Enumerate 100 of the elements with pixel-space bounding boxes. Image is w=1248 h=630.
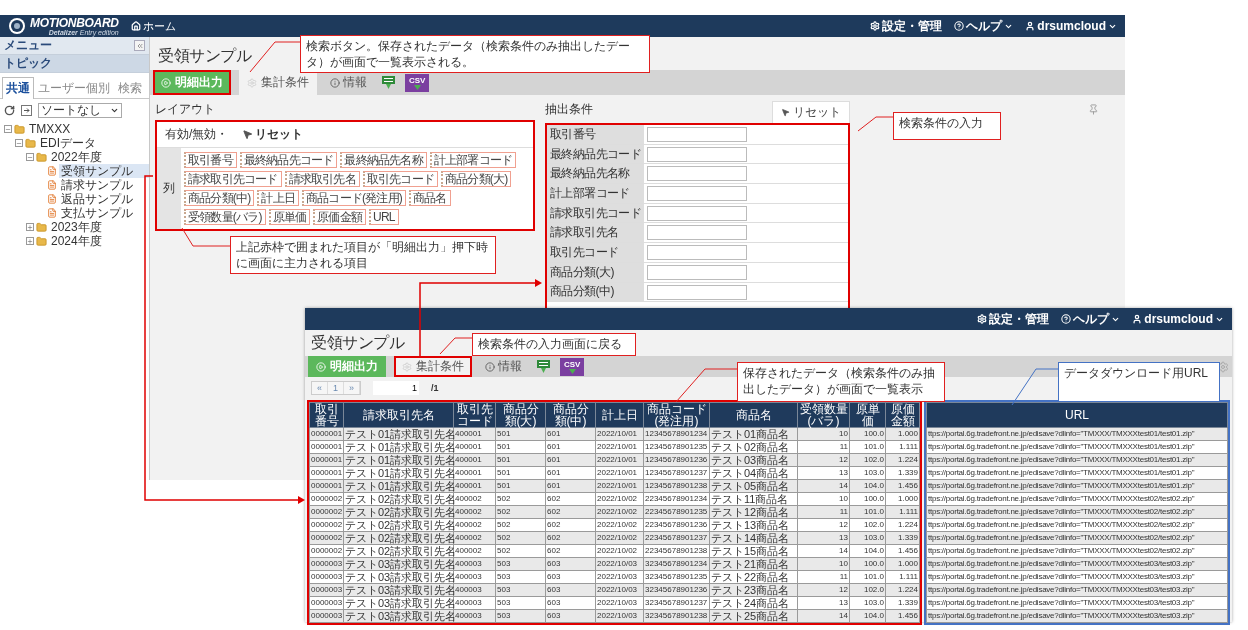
header-menu-item[interactable]: 設定・管理 [870, 17, 943, 35]
topic-header[interactable]: トピック [0, 55, 149, 73]
field-label: 請求取引先名 [547, 223, 644, 243]
reset-link[interactable]: リセット [242, 126, 304, 143]
section-title: 抽出条件 [545, 101, 593, 115]
tree-item[interactable]: 2023年度 [49, 220, 104, 234]
callout: 検索条件の入力画面に戻る [472, 333, 636, 356]
input-field[interactable] [647, 186, 747, 202]
header-menu-item[interactable]: ヘルプ [1061, 310, 1121, 328]
tree-item[interactable]: 2024年度 [49, 234, 104, 248]
next-page-button[interactable]: » [344, 381, 361, 394]
tree-item[interactable]: 請求サンプル [59, 178, 135, 192]
folder-icon [14, 123, 25, 135]
conditions-button[interactable]: 集計条件 [239, 70, 317, 95]
expand-icon[interactable] [26, 237, 34, 245]
column-header: 受領数量(バラ) [797, 402, 850, 428]
collapse-icon[interactable] [26, 153, 34, 161]
box-arrow-icon[interactable] [21, 105, 32, 116]
page-input[interactable]: 1 [373, 380, 420, 395]
page-title: 受領サンプル [311, 333, 404, 353]
column-chip[interactable]: 受領数量(バラ) [184, 209, 266, 225]
column-chip[interactable]: 取引先コード [362, 171, 438, 187]
excel-export-button[interactable] [380, 73, 397, 92]
collapse-button[interactable] [134, 40, 145, 51]
csv-export-button[interactable]: CSV [560, 357, 585, 376]
gear-icon [402, 361, 412, 372]
header-menu-item[interactable]: ヘルプ [954, 17, 1014, 35]
input-field[interactable] [647, 284, 747, 300]
sidebar-tab[interactable]: ユーザー個別 [34, 77, 114, 99]
folder-icon [36, 221, 47, 233]
file-icon [47, 194, 57, 204]
refresh-icon[interactable] [4, 105, 15, 116]
column-header: 計上日 [595, 402, 644, 428]
row-label: 列 [157, 148, 181, 229]
tree-item[interactable]: 支払サンプル [59, 206, 135, 220]
column-header: 商品名 [709, 402, 798, 428]
page-total: /1 [431, 382, 439, 393]
column-chip[interactable]: URL [369, 209, 399, 225]
column-chip[interactable]: 計上部署コード [429, 152, 517, 168]
info-button[interactable]: 情報 [480, 356, 527, 377]
app-logo-text: MOTIONBOARD [30, 16, 119, 29]
input-field[interactable] [647, 264, 747, 280]
reset-button[interactable]: リセット [772, 101, 850, 124]
leader-line [439, 337, 473, 355]
column-chip[interactable]: 商品分類(大) [441, 171, 512, 187]
input-field[interactable] [647, 127, 747, 142]
tree-item[interactable]: 返品サンプル [59, 192, 135, 206]
file-icon [47, 180, 57, 190]
gear-icon[interactable] [1217, 360, 1229, 373]
column-header: 原価金額 [885, 402, 920, 428]
tree-item[interactable]: TMXXX [27, 122, 73, 136]
header-menu-item[interactable]: drsumcloud [1132, 312, 1224, 326]
column-header: 請求取引先名 [343, 402, 454, 428]
toggle-menu[interactable]: 有効/無効・ [165, 126, 229, 143]
column-chip[interactable]: 請求取引先コード [184, 171, 282, 187]
previous-page-button[interactable]: « [312, 381, 328, 394]
input-field[interactable] [647, 225, 747, 241]
column-chip[interactable]: 最終納品先コード [239, 152, 338, 168]
column-chip[interactable]: 商品コード(発注用) [302, 190, 406, 206]
header-menu-item[interactable]: 設定・管理 [977, 310, 1050, 328]
tree-item[interactable]: EDIデータ [38, 136, 98, 150]
column-chip[interactable]: 商品名 [409, 190, 451, 206]
conditions-button[interactable]: 集計条件 [394, 356, 472, 377]
collapse-icon[interactable] [4, 125, 12, 133]
home-link[interactable]: ホーム [130, 18, 176, 34]
column-chip[interactable]: 取引番号 [184, 152, 237, 168]
sort-select[interactable]: ソートなし [38, 103, 122, 118]
section-title: レイアウト [155, 101, 215, 118]
column-chip[interactable]: 商品分類(中) [184, 190, 255, 206]
input-field[interactable] [647, 146, 747, 162]
tree-item[interactable]: 受領サンプル [59, 164, 149, 178]
excel-export-button[interactable] [535, 357, 552, 376]
expand-icon[interactable] [26, 223, 34, 231]
input-field[interactable] [647, 245, 747, 261]
play-icon [316, 361, 326, 372]
column-chip[interactable]: 原単価 [268, 209, 311, 225]
column-chip[interactable]: 請求取引先名 [284, 171, 360, 187]
input-field[interactable] [647, 205, 747, 221]
play-icon [161, 77, 171, 88]
sidebar-tab[interactable]: 共通 [2, 77, 34, 99]
tree-item[interactable]: 2022年度 [49, 150, 104, 164]
csv-export-button[interactable]: CSV [405, 73, 430, 92]
pointer-icon [242, 129, 254, 140]
info-button[interactable]: 情報 [325, 72, 372, 93]
callout: 上記赤枠で囲まれた項目が「明細出力」押下時に画面に主力される項目 [230, 236, 496, 274]
callout: 検索ボタン。保存されたデータ（検索条件のみ抽出したデータ）が画面で一覧表示される。 [300, 35, 650, 73]
input-field[interactable] [647, 166, 747, 182]
column-chip[interactable]: 最終納品先名称 [340, 152, 427, 168]
collapse-icon[interactable] [15, 139, 23, 147]
field-label: 取引番号 [547, 125, 644, 144]
column-header: 商品コード(発注用) [643, 402, 710, 428]
header-menu-item[interactable]: drsumcloud [1025, 19, 1117, 33]
column-chip[interactable]: 原価金額 [313, 209, 366, 225]
column-header: 原単価 [849, 402, 886, 428]
sidebar-tab[interactable]: 検索 [114, 77, 146, 99]
user-icon [1132, 314, 1143, 324]
column-chip[interactable]: 計上日 [257, 190, 299, 206]
leader-line [675, 368, 738, 403]
collapse-icon [135, 41, 144, 50]
pin-icon[interactable] [1088, 104, 1099, 115]
